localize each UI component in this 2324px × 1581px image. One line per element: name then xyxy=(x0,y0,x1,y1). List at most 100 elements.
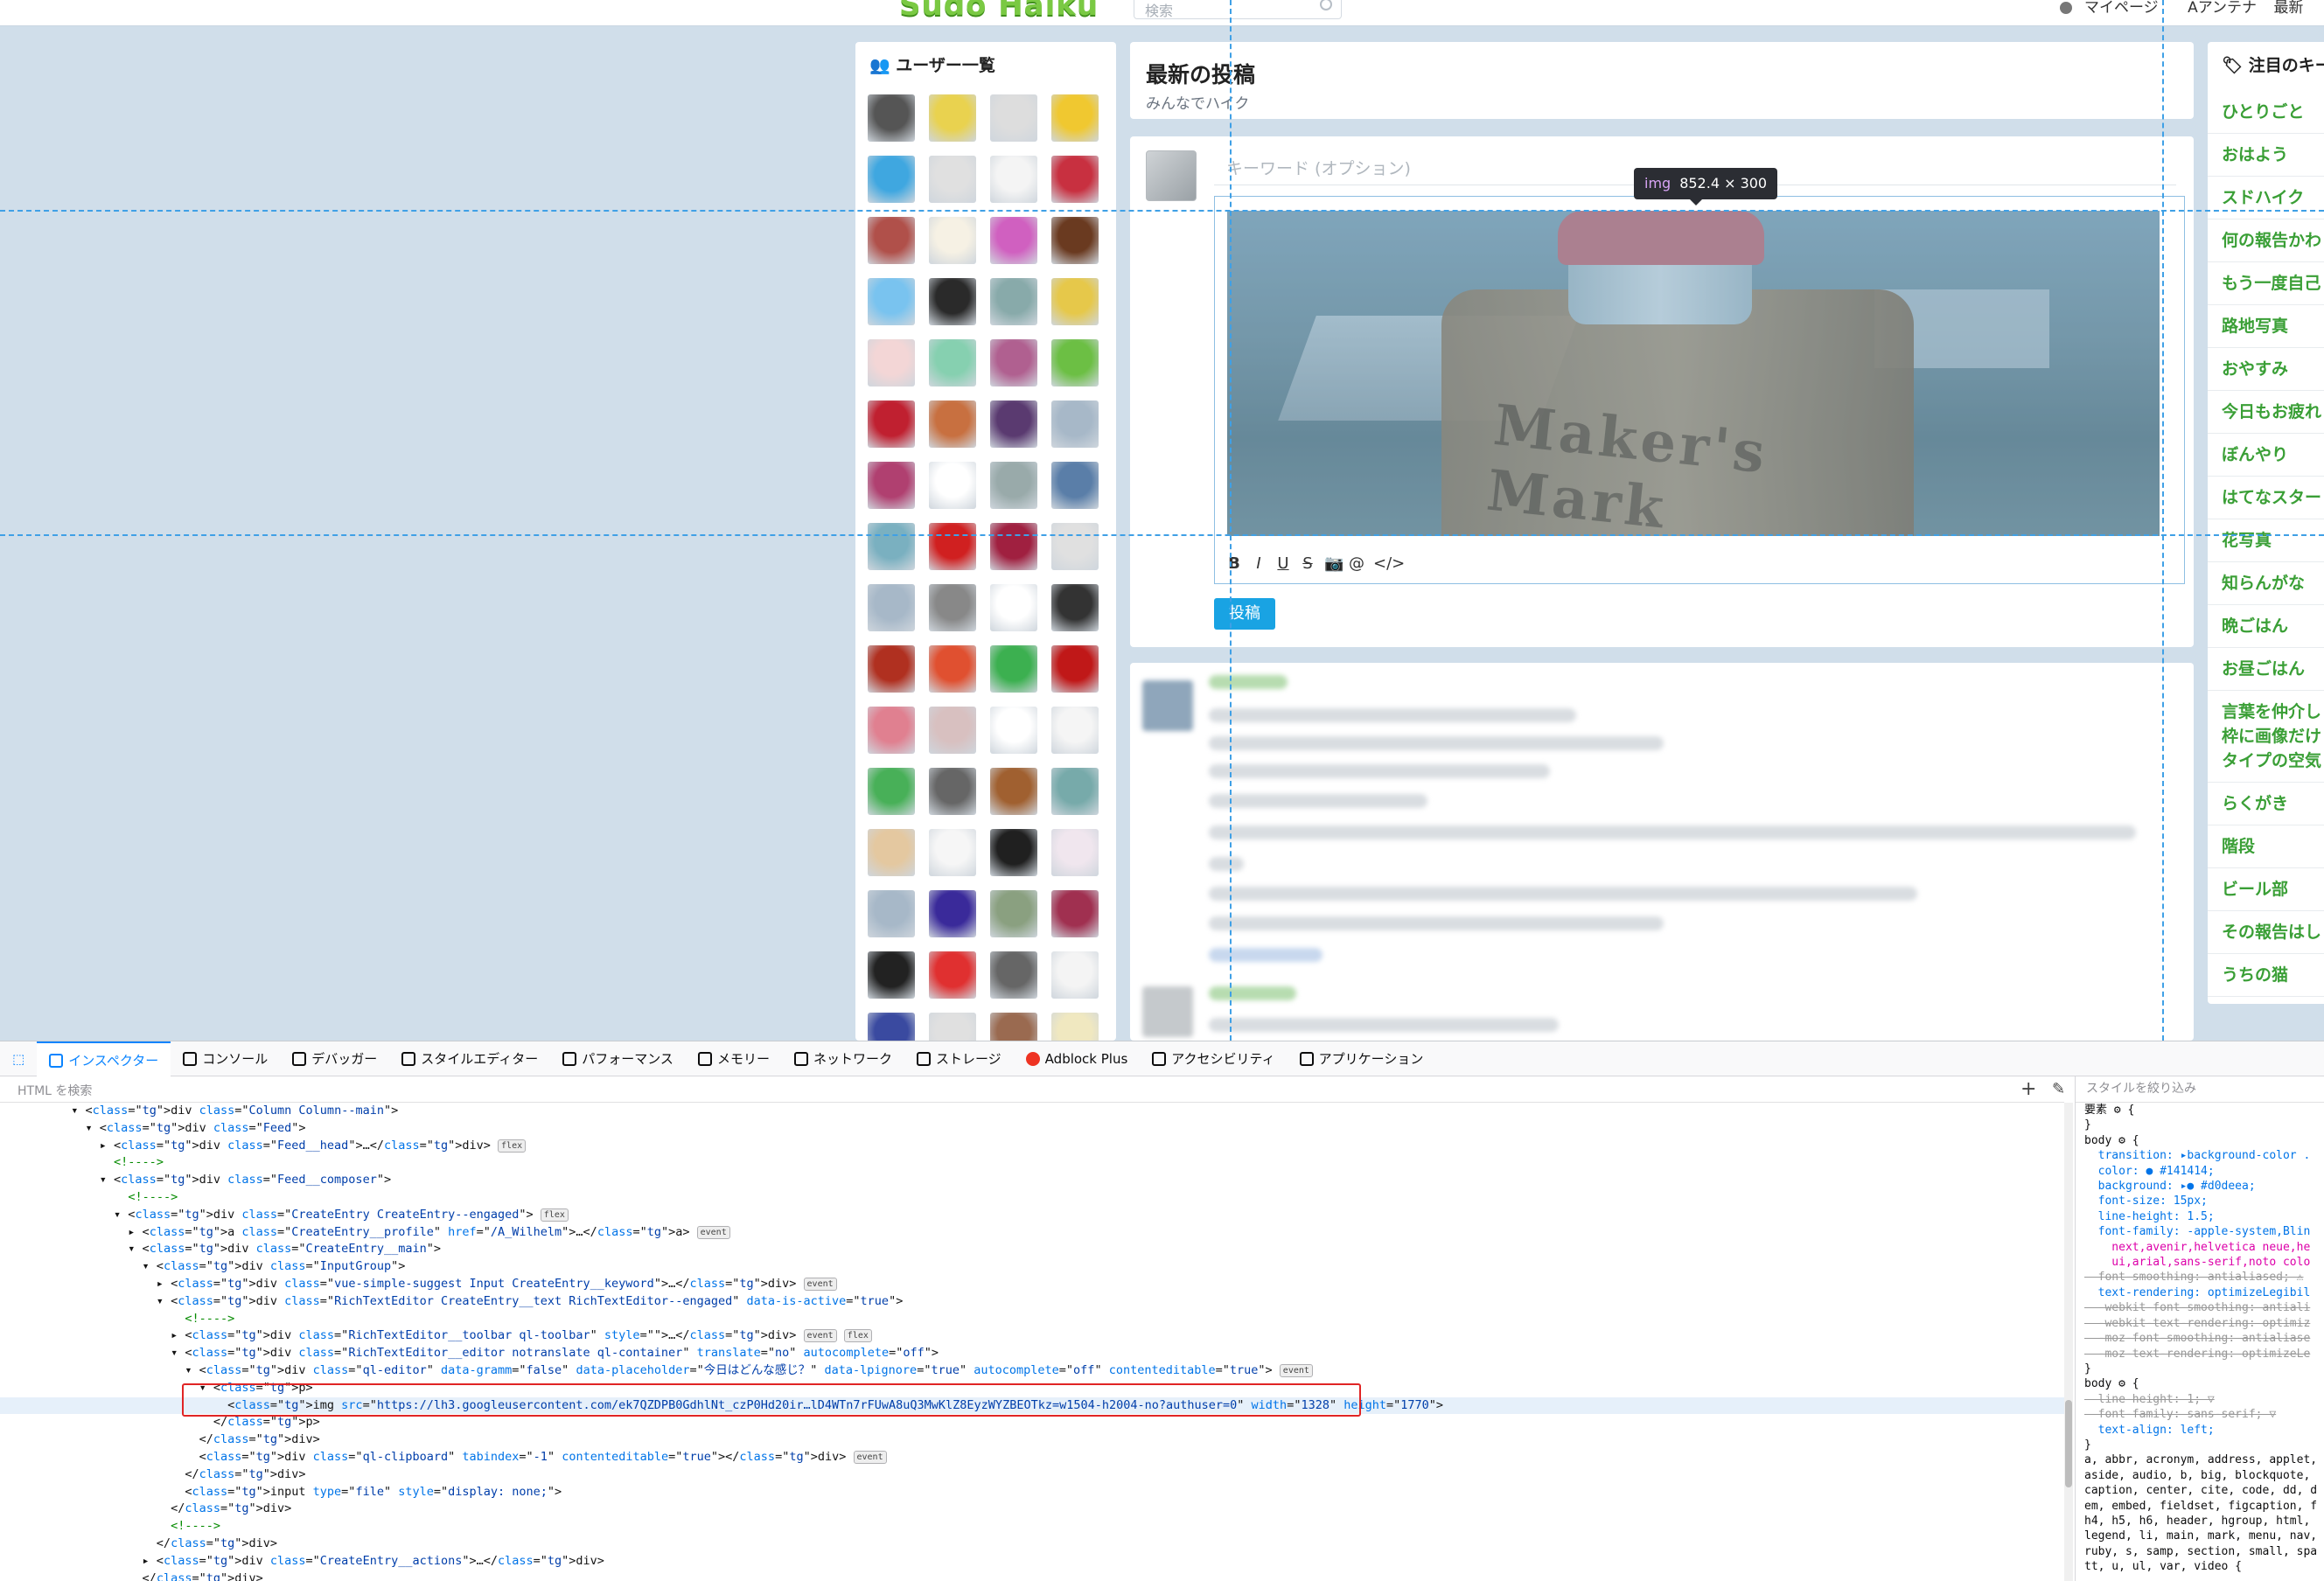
dom-node[interactable]: ▸ <class="tg">div class="CreateEntry__ac… xyxy=(0,1553,2064,1571)
user-avatar[interactable] xyxy=(990,584,1037,631)
tab-inspector[interactable]: インスペクター xyxy=(37,1041,171,1076)
keyword-link[interactable]: ビール部 xyxy=(2222,877,2288,902)
keyword-link[interactable]: スドハイク xyxy=(2222,185,2304,210)
user-avatar[interactable] xyxy=(868,951,915,999)
dom-scrollbar[interactable] xyxy=(2064,1103,2073,1581)
user-avatar[interactable] xyxy=(929,829,976,876)
user-avatar[interactable] xyxy=(868,645,915,693)
html-search-input[interactable]: HTML を検索 xyxy=(0,1076,2064,1103)
css-rule-line[interactable]: color: ● #141414; xyxy=(2076,1164,2324,1179)
user-avatar[interactable] xyxy=(868,278,915,325)
keyword-link[interactable]: らくがき xyxy=(2222,791,2288,816)
user-avatar[interactable] xyxy=(929,462,976,509)
dom-node[interactable]: <!----> xyxy=(0,1311,2064,1328)
css-rule-line[interactable]: line-height: 1.5; xyxy=(2076,1209,2324,1224)
user-avatar[interactable] xyxy=(929,400,976,448)
user-avatar[interactable] xyxy=(1051,217,1099,264)
user-avatar[interactable] xyxy=(868,400,915,448)
user-avatar[interactable] xyxy=(990,645,1037,693)
tab-memory[interactable]: メモリー xyxy=(686,1041,782,1076)
keyword-link[interactable]: その報告はし xyxy=(2222,920,2321,944)
css-rule-line[interactable]: } xyxy=(2076,1438,2324,1452)
dom-node[interactable]: ▾ <class="tg">div class="Feed"> xyxy=(0,1120,2064,1138)
tab-adblock-plus[interactable]: Adblock Plus xyxy=(1014,1041,1141,1076)
strike-button[interactable]: S xyxy=(1300,554,1316,573)
css-rule-line[interactable]: em, embed, fieldset, figcaption, f xyxy=(2076,1499,2324,1514)
bold-button[interactable]: B xyxy=(1226,554,1242,573)
underline-button[interactable]: U xyxy=(1275,554,1291,573)
css-rule-line[interactable]: background: ▸● #d0deea; xyxy=(2076,1179,2324,1194)
tab-storage[interactable]: ストレージ xyxy=(904,1041,1014,1076)
dom-tree[interactable]: ▾ <class="tg">div class="Column Column--… xyxy=(0,1103,2064,1581)
keyword-link[interactable]: 言葉を仲介し 枠に画像だけ タイプの空気 xyxy=(2222,700,2321,773)
user-avatar[interactable] xyxy=(868,523,915,570)
keyword-link[interactable]: おはよう xyxy=(2222,143,2288,167)
css-rule-line[interactable]: } xyxy=(2076,1362,2324,1376)
css-rule-line[interactable]: } xyxy=(2076,1118,2324,1132)
tab-performance[interactable]: パフォーマンス xyxy=(550,1041,686,1076)
user-avatar[interactable] xyxy=(990,278,1037,325)
user-avatar[interactable] xyxy=(990,1013,1037,1041)
user-avatar[interactable] xyxy=(1051,400,1099,448)
css-rule-line[interactable]: tt, u, ul, var, video { xyxy=(2076,1559,2324,1574)
keyword-link[interactable]: 知らんがな xyxy=(2222,571,2305,595)
tab-console[interactable]: コンソール xyxy=(171,1041,280,1076)
dom-node[interactable]: ▾ <class="tg">div class="RichTextEditor … xyxy=(0,1293,2064,1311)
user-avatar[interactable] xyxy=(868,217,915,264)
dom-node[interactable]: ▾ <class="tg">div class="ql-editor" data… xyxy=(0,1362,2064,1380)
eyedropper-icon[interactable]: ✎ xyxy=(2052,1080,2065,1098)
user-avatar[interactable] xyxy=(990,768,1037,815)
user-avatar[interactable] xyxy=(868,339,915,387)
site-search-input[interactable]: 検索 xyxy=(1134,0,1342,19)
dom-node[interactable]: </class="tg">div> xyxy=(0,1536,2064,1553)
user-avatar[interactable] xyxy=(1051,278,1099,325)
keyword-link[interactable]: 階段 xyxy=(2222,834,2255,859)
dom-node[interactable]: </class="tg">p> xyxy=(0,1414,2064,1431)
camera-icon[interactable]: 📷 xyxy=(1324,554,1343,573)
css-rule-line[interactable]: aside, audio, b, big, blockquote, xyxy=(2076,1468,2324,1483)
dom-node[interactable]: ▾ <class="tg">div class="RichTextEditor_… xyxy=(0,1345,2064,1362)
css-rule-line[interactable]: legend, li, main, mark, menu, nav, xyxy=(2076,1529,2324,1543)
css-rule-line[interactable]: line-height: 1; ▽ xyxy=(2076,1392,2324,1407)
nav-latest[interactable]: 最新 xyxy=(2273,0,2303,17)
user-avatar[interactable] xyxy=(929,951,976,999)
dom-node[interactable]: </class="tg">div> xyxy=(0,1466,2064,1484)
site-logo[interactable]: Sudo Haiku xyxy=(899,0,1099,23)
user-avatar[interactable] xyxy=(1051,951,1099,999)
keyword-link[interactable]: もう一度自己 xyxy=(2222,271,2321,296)
tab-style-editor[interactable]: スタイルエディター xyxy=(389,1041,550,1076)
italic-button[interactable]: I xyxy=(1251,554,1267,573)
css-rule-line[interactable]: -webkit-text-rendering: optimiz xyxy=(2076,1316,2324,1331)
tab-application[interactable]: アプリケーション xyxy=(1288,1041,1436,1076)
dom-node[interactable]: ▸ <class="tg">a class="CreateEntry__prof… xyxy=(0,1224,2064,1242)
user-avatar[interactable] xyxy=(990,156,1037,203)
user-avatar[interactable] xyxy=(868,584,915,631)
user-avatar[interactable] xyxy=(929,156,976,203)
search-icon[interactable] xyxy=(1320,0,1332,10)
user-avatar[interactable] xyxy=(1051,523,1099,570)
user-avatar[interactable] xyxy=(868,768,915,815)
inserted-image[interactable]: Maker's Mark xyxy=(1227,211,2160,536)
user-avatar[interactable] xyxy=(929,523,976,570)
composer-profile-avatar[interactable] xyxy=(1146,150,1197,201)
dom-node[interactable]: <!----> xyxy=(0,1189,2064,1207)
css-rule-line[interactable]: caption, center, cite, code, dd, d xyxy=(2076,1483,2324,1498)
tab-accessibility[interactable]: アクセシビリティ xyxy=(1140,1041,1287,1076)
user-avatar[interactable] xyxy=(1051,339,1099,387)
user-avatar[interactable] xyxy=(929,278,976,325)
nav-mypage[interactable]: マイページ xyxy=(2060,0,2171,17)
keyword-link[interactable]: おやすみ xyxy=(2222,357,2288,381)
dom-node[interactable]: ▾ <class="tg">div class="CreateEntry Cre… xyxy=(0,1207,2064,1224)
keyword-link[interactable]: うちの猫 xyxy=(2222,963,2288,987)
user-avatar[interactable] xyxy=(929,890,976,937)
css-rule-line[interactable]: -webkit-font-smoothing: antiali xyxy=(2076,1300,2324,1315)
keyword-link[interactable]: 路地写真 xyxy=(2222,314,2288,338)
user-avatar[interactable] xyxy=(990,94,1037,142)
dom-node[interactable]: <!----> xyxy=(0,1154,2064,1172)
css-rule-line[interactable]: 要素 ⚙ { xyxy=(2076,1103,2324,1118)
user-avatar[interactable] xyxy=(1051,768,1099,815)
css-rule-line[interactable]: font-smoothing: antialiased; ⚠ xyxy=(2076,1270,2324,1285)
dom-node[interactable]: </class="tg">div> xyxy=(0,1501,2064,1518)
tab-debugger[interactable]: デバッガー xyxy=(280,1041,389,1076)
user-avatar[interactable] xyxy=(868,462,915,509)
